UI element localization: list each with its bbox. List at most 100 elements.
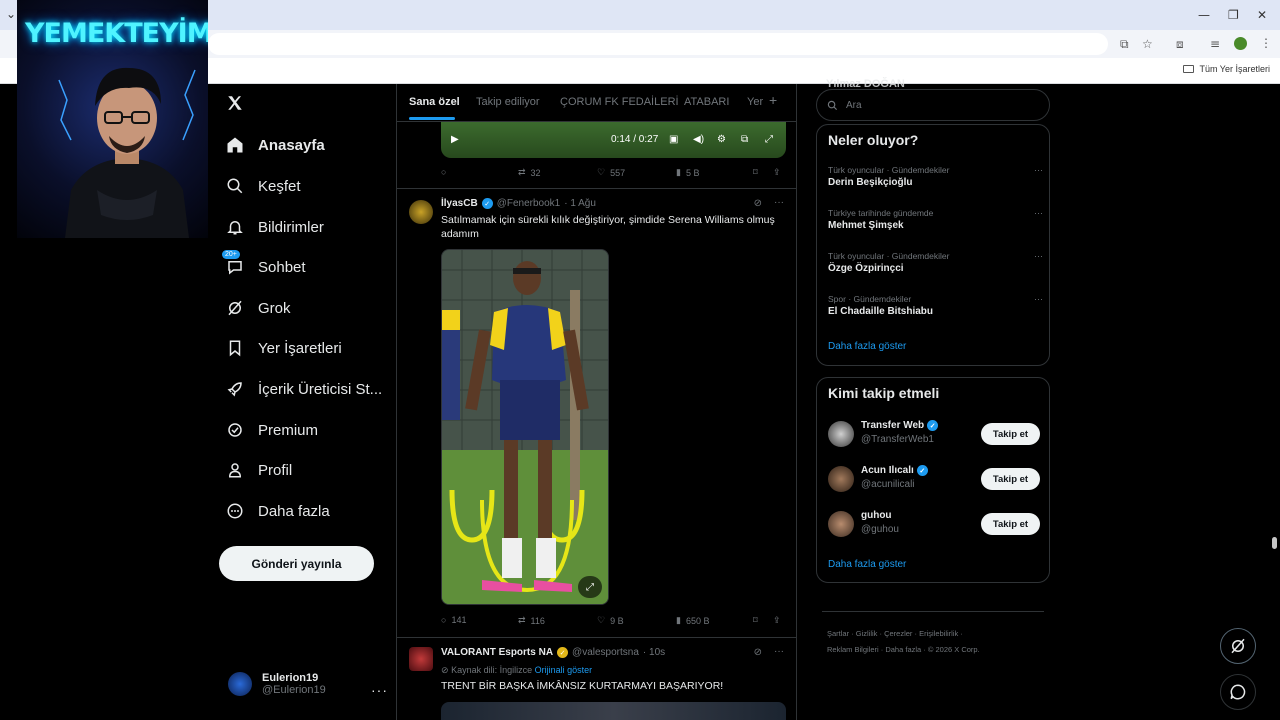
- who-show-more-link[interactable]: Daha fazla göster: [828, 559, 906, 570]
- grok-icon[interactable]: ⊘: [754, 198, 762, 209]
- install-icon[interactable]: ⧉: [1120, 37, 1136, 53]
- nav-item-explore[interactable]: Keşfet: [226, 172, 301, 200]
- x-logo-icon[interactable]: [226, 94, 244, 112]
- search-input[interactable]: Ara: [816, 89, 1050, 121]
- post-author-name[interactable]: İlyasCB: [441, 198, 478, 209]
- post-media[interactable]: [441, 702, 786, 720]
- post-more-icon[interactable]: ···: [774, 646, 784, 657]
- nav-item-profile[interactable]: Profil: [226, 456, 292, 484]
- trend-item[interactable]: Spor · Gündemdekiler El Chadaille Bitshi…: [828, 294, 1043, 317]
- post-time[interactable]: · 10s: [643, 647, 665, 658]
- trends-title: Neler oluyor?: [828, 132, 919, 148]
- trend-more-icon[interactable]: ···: [1034, 251, 1043, 261]
- post-time[interactable]: · 1 Ağu: [564, 198, 596, 209]
- profile-avatar[interactable]: [1234, 37, 1247, 50]
- follow-suggestion[interactable]: Acun Ilıcalı ✓ @acunilicali Takip et: [828, 464, 1040, 494]
- views-button[interactable]: ▮ 650 B: [676, 615, 709, 626]
- page-scrollbar[interactable]: [1272, 537, 1277, 549]
- nav-item-home[interactable]: Anasayfa: [226, 131, 325, 159]
- trend-name: Derin Beşikçioğlu: [828, 177, 913, 188]
- share-button[interactable]: ⇪: [773, 615, 781, 626]
- follow-button[interactable]: Takip et: [981, 423, 1040, 445]
- suggestion-name-text: guhou: [861, 510, 892, 521]
- reply-button[interactable]: ○ 141: [441, 615, 466, 625]
- all-bookmarks[interactable]: Tüm Yer İşaretleri: [1183, 64, 1270, 74]
- account-more-icon[interactable]: ···: [371, 682, 388, 698]
- nav-item-chat[interactable]: 20+ Sohbet: [222, 250, 306, 281]
- follow-suggestion[interactable]: guhou @guhou Takip et: [828, 509, 1040, 539]
- avatar[interactable]: [409, 200, 433, 224]
- follow-button[interactable]: Takip et: [981, 513, 1040, 535]
- reply-button[interactable]: ○: [441, 167, 451, 177]
- views-button[interactable]: ▮ 5 B: [676, 167, 699, 178]
- trend-context: Spor · Gündemdekiler: [828, 294, 912, 304]
- play-icon[interactable]: ▶: [451, 134, 459, 145]
- tab-partial[interactable]: Yer: [747, 96, 763, 108]
- avatar[interactable]: [409, 647, 433, 671]
- menu-kebab-icon[interactable]: ⋮: [1260, 36, 1276, 52]
- post-button[interactable]: Gönderi yayınla: [219, 546, 374, 581]
- tab-following[interactable]: Takip ediliyor: [476, 96, 540, 108]
- volume-icon[interactable]: ◀): [693, 134, 704, 145]
- tab-atabari[interactable]: ATABARI: [684, 96, 729, 108]
- footer-line-1[interactable]: Şartlar · Gizlilik · Çerezler · Erişileb…: [827, 626, 1047, 642]
- trend-context: Türk oyuncular · Gündemdekiler: [828, 165, 950, 175]
- video-player[interactable]: ▶ 0:14 / 0:27 ▣ ◀) ⚙ ⧉ ⤢: [441, 122, 786, 158]
- post-image[interactable]: ⤢: [441, 249, 609, 605]
- minimize-icon[interactable]: —: [1198, 8, 1210, 22]
- bookmark-button[interactable]: ⌑: [753, 615, 758, 626]
- close-icon[interactable]: ✕: [1257, 8, 1267, 22]
- repost-button[interactable]: ⇄ 116: [518, 615, 545, 626]
- pip-icon[interactable]: ⧉: [741, 134, 748, 145]
- footer-line-2[interactable]: Reklam Bilgileri · Daha fazla · © 2026 X…: [827, 642, 1047, 658]
- post-more-icon[interactable]: ···: [774, 197, 784, 208]
- like-button[interactable]: ♡ 557: [597, 167, 625, 178]
- post-author-name[interactable]: VALORANT Esports NA: [441, 647, 553, 658]
- like-button[interactable]: ♡ 9 B: [597, 615, 624, 626]
- repost-button[interactable]: ⇄ 32: [518, 167, 541, 178]
- address-bar[interactable]: [208, 33, 1108, 55]
- footer-links[interactable]: Şartlar · Gizlilik · Çerezler · Erişileb…: [827, 626, 1047, 658]
- nav-item-notifications[interactable]: Bildirimler: [226, 213, 324, 241]
- trend-item[interactable]: Türk oyuncular · Gündemdekiler Derin Beş…: [828, 165, 1043, 188]
- account-switcher[interactable]: Eulerion19 @Eulerion19: [228, 672, 326, 696]
- trend-more-icon[interactable]: ···: [1034, 294, 1043, 304]
- like-count: 9 B: [610, 615, 624, 626]
- post-author-handle[interactable]: @valesportsna: [572, 647, 639, 658]
- trends-show-more-link[interactable]: Daha fazla göster: [828, 341, 906, 352]
- trend-item[interactable]: Türkiye tarihinde gündemde Mehmet Şimşek…: [828, 208, 1043, 231]
- restore-icon[interactable]: ❐: [1228, 8, 1239, 22]
- nav-item-grok[interactable]: Grok: [226, 294, 291, 322]
- nav-item-creator-studio[interactable]: İçerik Üreticisi St...: [226, 375, 382, 403]
- messages-floating-button[interactable]: [1220, 674, 1256, 710]
- nav-item-premium[interactable]: Premium: [226, 416, 318, 444]
- nav-label: Anasayfa: [258, 136, 325, 154]
- settings-icon[interactable]: ⚙: [717, 134, 726, 145]
- follow-button[interactable]: Takip et: [981, 468, 1040, 490]
- expand-media-icon[interactable]: ⤢: [578, 576, 602, 598]
- show-original-link[interactable]: Orijinali göster: [535, 665, 593, 675]
- grok-floating-button[interactable]: [1220, 628, 1256, 664]
- fullscreen-icon[interactable]: ⤢: [765, 134, 773, 145]
- message-bubble-icon: [1230, 684, 1246, 700]
- verified-badge-icon: ✓: [927, 420, 939, 431]
- rocket-icon: [227, 382, 242, 397]
- captions-icon[interactable]: ▣: [669, 134, 678, 145]
- share-button[interactable]: ⇪: [773, 167, 781, 178]
- tab-for-you[interactable]: Sana özel: [409, 96, 460, 108]
- star-icon[interactable]: ☆: [1142, 37, 1158, 53]
- trend-more-icon[interactable]: ···: [1034, 208, 1043, 218]
- tab-corum-fk[interactable]: ÇORUM FK FEDAİLERİ: [560, 96, 679, 108]
- trend-item[interactable]: Türk oyuncular · Gündemdekiler Özge Özpi…: [828, 251, 1043, 274]
- grok-icon[interactable]: ⊘: [754, 647, 762, 658]
- add-tab-icon[interactable]: +: [769, 92, 777, 108]
- tab-list-chevron-icon[interactable]: ⌄: [6, 7, 16, 21]
- follow-suggestion[interactable]: Transfer Web ✓ @TransferWeb1 Takip et: [828, 419, 1040, 449]
- extensions-icon[interactable]: ⧈: [1176, 37, 1192, 53]
- post-author-handle[interactable]: @Fenerbook1: [497, 198, 561, 209]
- trend-more-icon[interactable]: ···: [1034, 165, 1043, 175]
- media-icon[interactable]: ≡: [1210, 37, 1226, 53]
- nav-item-bookmarks[interactable]: Yer İşaretleri: [226, 334, 342, 362]
- nav-item-more[interactable]: Daha fazla: [226, 497, 330, 525]
- bookmark-button[interactable]: ⌑: [753, 167, 758, 178]
